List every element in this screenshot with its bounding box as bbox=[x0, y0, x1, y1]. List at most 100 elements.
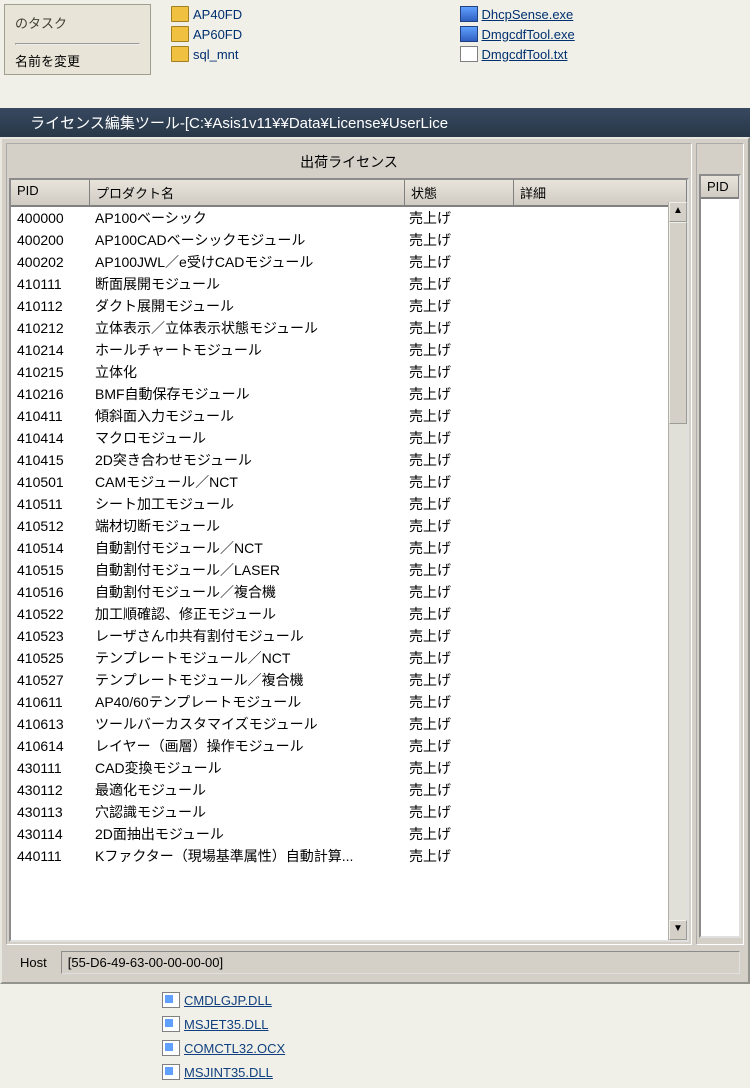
tasks-panel: のタスク 名前を変更 bbox=[4, 4, 151, 75]
table-row[interactable]: 400200AP100CADベーシックモジュール売上げ bbox=[11, 229, 687, 251]
table-row[interactable]: 410613ツールバーカスタマイズモジュール売上げ bbox=[11, 713, 687, 735]
table-row[interactable]: 410525テンプレートモジュール／NCT売上げ bbox=[11, 647, 687, 669]
cell-status: 売上げ bbox=[403, 449, 511, 471]
right-listview[interactable]: PID bbox=[699, 174, 741, 938]
host-field[interactable]: [55-D6-49-63-00-00-00-00] bbox=[61, 951, 740, 974]
table-row[interactable]: 410515自動割付モジュール／LASER売上げ bbox=[11, 559, 687, 581]
cell-status: 売上げ bbox=[403, 229, 511, 251]
host-label: Host bbox=[20, 955, 47, 970]
table-row[interactable]: 400202AP100JWL／e受けCADモジュール売上げ bbox=[11, 251, 687, 273]
cell-detail bbox=[511, 493, 687, 515]
listview-header: PID プロダクト名 状態 詳細 bbox=[11, 180, 687, 207]
cell-detail bbox=[511, 713, 687, 735]
cell-detail bbox=[511, 823, 687, 845]
cell-name: 端材切断モジュール bbox=[89, 515, 403, 537]
cell-pid: 440111 bbox=[11, 845, 89, 867]
cell-detail bbox=[511, 295, 687, 317]
cell-detail bbox=[511, 207, 687, 229]
cell-status: 売上げ bbox=[403, 647, 511, 669]
table-row[interactable]: 410111断面展開モジュール売上げ bbox=[11, 273, 687, 295]
table-row[interactable]: 410527テンプレートモジュール／複合機売上げ bbox=[11, 669, 687, 691]
cell-name: ダクト展開モジュール bbox=[89, 295, 403, 317]
vertical-scrollbar[interactable]: ▲ ▼ bbox=[668, 202, 687, 940]
file-item[interactable]: COMCTL32.OCX bbox=[160, 1038, 464, 1058]
folder-item[interactable]: AP60FD bbox=[169, 24, 458, 44]
cell-status: 売上げ bbox=[403, 515, 511, 537]
cell-detail bbox=[511, 405, 687, 427]
col-name[interactable]: プロダクト名 bbox=[90, 180, 405, 206]
table-row[interactable]: 4104152D突き合わせモジュール売上げ bbox=[11, 449, 687, 471]
cell-pid: 410415 bbox=[11, 449, 89, 471]
table-row[interactable]: 410414マクロモジュール売上げ bbox=[11, 427, 687, 449]
cell-detail bbox=[511, 581, 687, 603]
table-row[interactable]: 4301142D面抽出モジュール売上げ bbox=[11, 823, 687, 845]
right-panel: PID bbox=[696, 143, 744, 945]
table-row[interactable]: 410214ホールチャートモジュール売上げ bbox=[11, 339, 687, 361]
table-row[interactable]: 430113穴認識モジュール売上げ bbox=[11, 801, 687, 823]
license-listview[interactable]: PID プロダクト名 状態 詳細 400000AP100ベーシック売上げ4002… bbox=[9, 178, 689, 942]
folder-item[interactable]: AP40FD bbox=[169, 4, 458, 24]
table-row[interactable]: 410212立体表示／立体表示状態モジュール売上げ bbox=[11, 317, 687, 339]
scroll-thumb[interactable] bbox=[669, 222, 687, 424]
scroll-down-button[interactable]: ▼ bbox=[669, 920, 687, 940]
table-row[interactable]: 410216BMF自動保存モジュール売上げ bbox=[11, 383, 687, 405]
col-status[interactable]: 状態 bbox=[405, 180, 514, 206]
cell-pid: 410522 bbox=[11, 603, 89, 625]
col-detail[interactable]: 詳細 bbox=[514, 180, 687, 206]
table-row[interactable]: 410112ダクト展開モジュール売上げ bbox=[11, 295, 687, 317]
cell-status: 売上げ bbox=[403, 383, 511, 405]
file-item[interactable]: MSJET35.DLL bbox=[160, 1014, 464, 1034]
table-row[interactable]: 410523レーザさん巾共有割付モジュール売上げ bbox=[11, 625, 687, 647]
cell-detail bbox=[511, 383, 687, 405]
table-row[interactable]: 430112最適化モジュール売上げ bbox=[11, 779, 687, 801]
folder-item[interactable]: sql_mnt bbox=[169, 44, 458, 64]
cell-pid: 430114 bbox=[11, 823, 89, 845]
col-pid[interactable]: PID bbox=[11, 180, 90, 206]
table-row[interactable]: 440111Kファクター（現場基準属性）自動計算...売上げ bbox=[11, 845, 687, 867]
cell-status: 売上げ bbox=[403, 757, 511, 779]
file-label: DmgcdfTool.exe bbox=[482, 27, 575, 42]
cell-name: 立体化 bbox=[89, 361, 403, 383]
cell-name: レーザさん巾共有割付モジュール bbox=[89, 625, 403, 647]
col-pid-right[interactable]: PID bbox=[701, 176, 739, 198]
table-row[interactable]: 410512端材切断モジュール売上げ bbox=[11, 515, 687, 537]
file-item[interactable]: DmgcdfTool.txt bbox=[458, 44, 747, 64]
cell-detail bbox=[511, 801, 687, 823]
cell-name: ツールバーカスタマイズモジュール bbox=[89, 713, 403, 735]
table-row[interactable]: 410511シート加工モジュール売上げ bbox=[11, 493, 687, 515]
cell-detail bbox=[511, 603, 687, 625]
table-row[interactable]: 410411傾斜面入力モジュール売上げ bbox=[11, 405, 687, 427]
file-item[interactable]: CMDLGJP.DLL bbox=[160, 990, 464, 1010]
cell-status: 売上げ bbox=[403, 669, 511, 691]
exe-icon bbox=[460, 26, 478, 42]
cell-name: テンプレートモジュール／複合機 bbox=[89, 669, 403, 691]
exe-icon bbox=[460, 6, 478, 22]
dll-icon bbox=[162, 992, 180, 1008]
table-row[interactable]: 410514自動割付モジュール／NCT売上げ bbox=[11, 537, 687, 559]
file-item[interactable]: MSJINT35.DLL bbox=[160, 1062, 464, 1082]
cell-status: 売上げ bbox=[403, 801, 511, 823]
cell-name: 最適化モジュール bbox=[89, 779, 403, 801]
cell-detail bbox=[511, 229, 687, 251]
cell-name: 自動割付モジュール／LASER bbox=[89, 559, 403, 581]
rename-link[interactable]: 名前を変更 bbox=[15, 51, 140, 70]
table-row[interactable]: 410614レイヤー（画層）操作モジュール売上げ bbox=[11, 735, 687, 757]
table-row[interactable]: 410215立体化売上げ bbox=[11, 361, 687, 383]
table-row[interactable]: 410522加工順確認、修正モジュール売上げ bbox=[11, 603, 687, 625]
file-item[interactable]: DmgcdfTool.exe bbox=[458, 24, 747, 44]
cell-pid: 410515 bbox=[11, 559, 89, 581]
table-row[interactable]: 410611AP40/60テンプレートモジュール売上げ bbox=[11, 691, 687, 713]
table-row[interactable]: 410501CAMモジュール／NCT売上げ bbox=[11, 471, 687, 493]
table-row[interactable]: 410516自動割付モジュール／複合機売上げ bbox=[11, 581, 687, 603]
cell-pid: 410514 bbox=[11, 537, 89, 559]
file-item[interactable]: DhcpSense.exe bbox=[458, 4, 747, 24]
table-row[interactable]: 430111CAD変換モジュール売上げ bbox=[11, 757, 687, 779]
table-row[interactable]: 400000AP100ベーシック売上げ bbox=[11, 207, 687, 229]
cell-name: 傾斜面入力モジュール bbox=[89, 405, 403, 427]
cell-status: 売上げ bbox=[403, 823, 511, 845]
scroll-up-button[interactable]: ▲ bbox=[669, 202, 687, 222]
cell-status: 売上げ bbox=[403, 405, 511, 427]
window-titlebar[interactable]: ライセンス編集ツール-[C:¥Asis1v11¥¥Data¥License¥Us… bbox=[0, 108, 750, 137]
cell-detail bbox=[511, 779, 687, 801]
cell-name: 穴認識モジュール bbox=[89, 801, 403, 823]
